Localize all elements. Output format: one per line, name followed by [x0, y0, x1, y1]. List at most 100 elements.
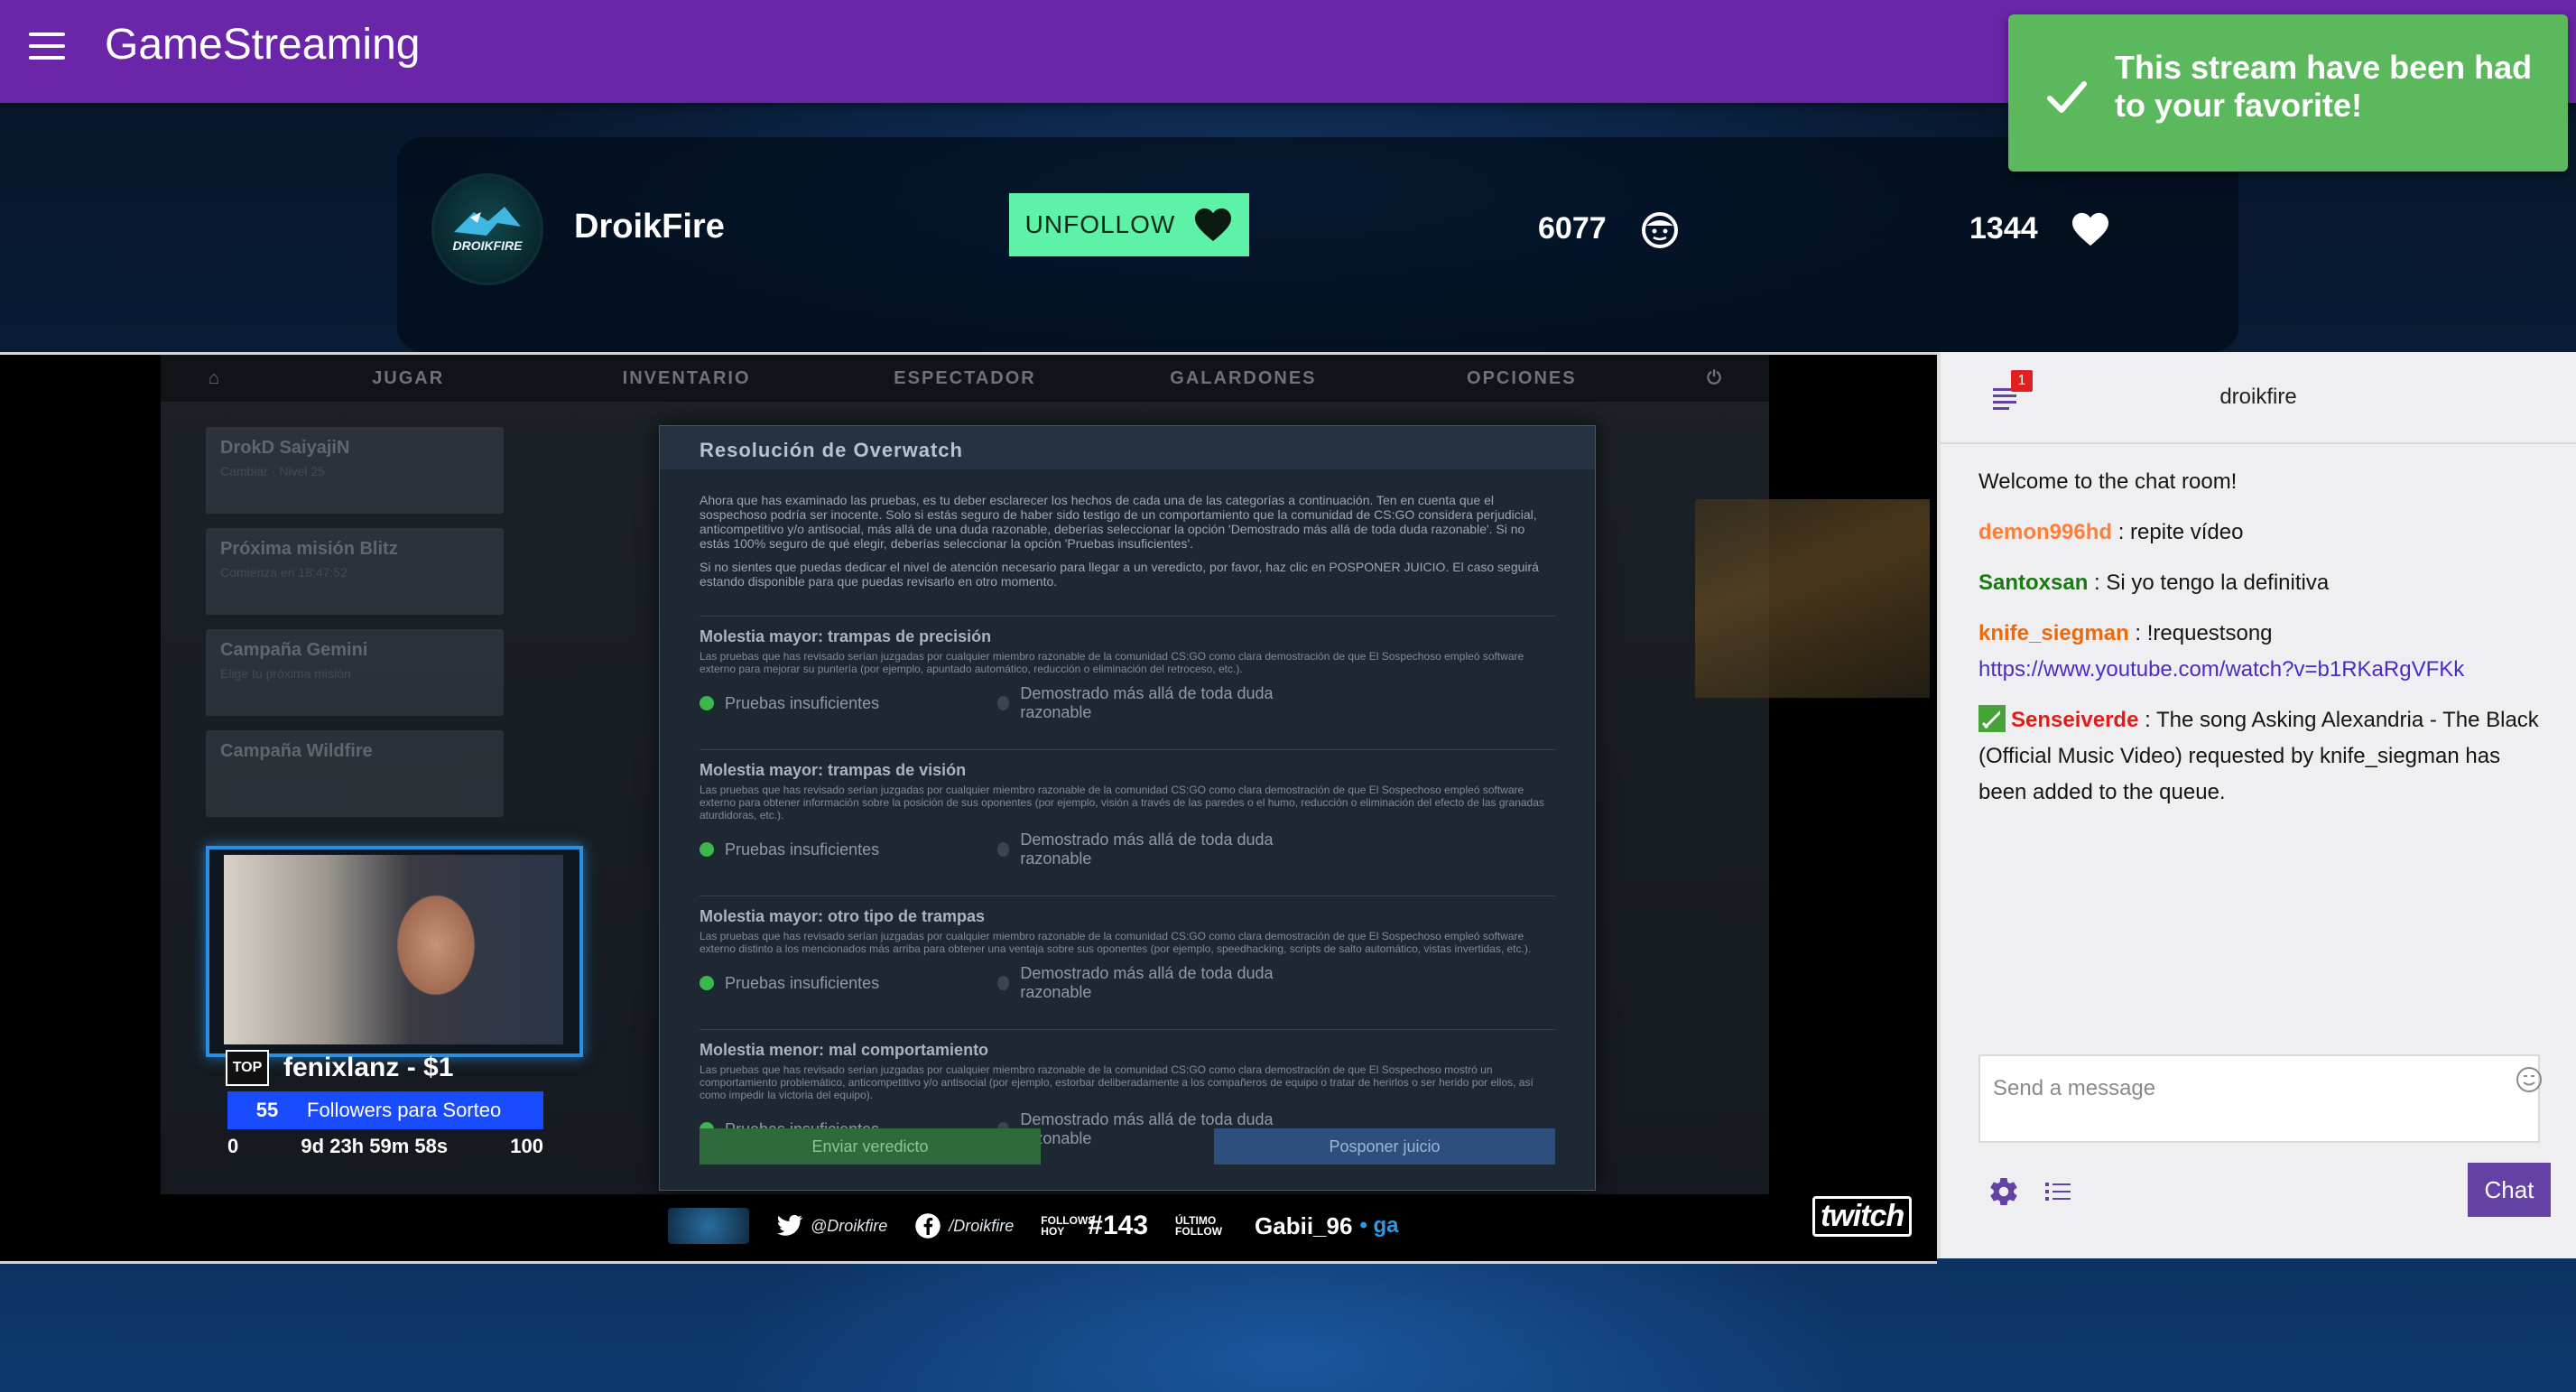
moderator-sword-icon — [1978, 705, 2006, 732]
stream-overlay-bar: @Droikfire /Droikfire FOLLOWS HOY #143 Ú… — [668, 1194, 1417, 1257]
chat-username[interactable]: Santoxsan — [1978, 571, 2088, 595]
favorite-toast[interactable]: This stream have been had to your favori… — [2008, 14, 2568, 172]
webcam-frame — [206, 846, 583, 1057]
sorteo-max: 100 — [510, 1135, 543, 1157]
section-desc: Las pruebas que has revisado serían juzg… — [700, 1063, 1534, 1101]
twitter-handle: @Droikfire — [776, 1214, 887, 1238]
game-case-image — [1695, 499, 1930, 698]
overwatch-intro: Ahora que has examinado las pruebas, es … — [660, 469, 1595, 589]
chat-message: demon996hd : repite vídeo — [1978, 515, 2547, 551]
twitch-logo: twitch — [1812, 1196, 1913, 1237]
sorteo-progress-bar: 55 Followers para Sorteo — [227, 1091, 543, 1129]
chat-room-name: droikfire — [2219, 385, 2297, 409]
side-row-title: Campaña Wildfire — [220, 741, 373, 761]
sorteo-label: Followers para Sorteo — [307, 1099, 502, 1121]
option-proven: Demostrado más allá de toda duda razonab… — [997, 964, 1295, 1002]
chat-username[interactable]: knife_siegman — [1978, 621, 2129, 645]
viewers-face-icon — [1642, 212, 1678, 248]
submit-verdict-button: Enviar veredicto — [700, 1128, 1041, 1165]
postpone-button: Posponer juicio — [1214, 1128, 1555, 1165]
chat-username[interactable]: Senseiverde — [2011, 708, 2138, 732]
sorteo-count: 55 — [255, 1099, 279, 1121]
facebook-text: /Droikfire — [949, 1216, 1015, 1235]
twitter-icon — [777, 1214, 803, 1236]
chat-separator: : — [2128, 621, 2147, 645]
viewers-count: 6077 — [1538, 211, 1607, 246]
option-insufficient: Pruebas insuficientes — [700, 684, 997, 722]
game-nav-opciones: OPCIONES — [1467, 367, 1577, 388]
chat-message: knife_siegman : !requestsong https://www… — [1978, 616, 2547, 688]
game-side-row: Campaña Gemini Elige tu próxima misión — [206, 629, 504, 716]
overwatch-section: Molestia mayor: trampas de visión Las pr… — [700, 749, 1555, 868]
side-row-sub: Cambiar · Nivel 25 — [220, 464, 325, 478]
game-side-row: Campaña Wildfire — [206, 730, 504, 817]
side-row-title: Próxima misión Blitz — [220, 539, 398, 559]
chat-message-input[interactable]: Send a message — [1978, 1054, 2540, 1143]
section-title: Molestia mayor: trampas de precisión — [700, 627, 992, 645]
unfollow-button[interactable]: UNFOLLOW — [1009, 193, 1249, 256]
menu-icon[interactable] — [29, 32, 65, 61]
system-message-text: Welcome to the chat room! — [1978, 469, 2238, 494]
chat-separator: : — [2112, 520, 2131, 544]
section-desc: Las pruebas que has revisado serían juzg… — [700, 930, 1532, 955]
section-desc: Las pruebas que has revisado serían juzg… — [700, 650, 1524, 675]
game-side-row: DrokD SaiyajiN Cambiar · Nivel 25 — [206, 427, 504, 514]
overwatch-dialog-title: Resolución de Overwatch — [660, 426, 1595, 469]
radio-icon — [997, 976, 1010, 990]
follows-today-label: FOLLOWS HOY — [1041, 1214, 1096, 1238]
option-insufficient: Pruebas insuficientes — [700, 831, 997, 868]
chat-link[interactable]: https://www.youtube.com/watch?v=b1RKaRgV… — [1978, 657, 2464, 682]
section-options: Pruebas insuficientes Demostrado más all… — [700, 684, 1555, 722]
emoji-icon[interactable] — [2515, 1065, 2544, 1094]
overlay-extra: • ga — [1359, 1213, 1399, 1238]
chat-header: droikfire 1 — [1941, 352, 2576, 444]
option-label: Pruebas insuficientes — [725, 840, 880, 858]
chat-send-button[interactable]: Chat — [2468, 1163, 2551, 1217]
facebook-handle: /Droikfire — [914, 1212, 1014, 1239]
webcam-feed — [224, 855, 563, 1044]
section-title: Molestia menor: mal comportamiento — [700, 1041, 989, 1059]
video-player[interactable]: ⌂ JUGAR INVENTARIO ESPECTADOR GALARDONES… — [0, 352, 1937, 1264]
overwatch-intro-text: Si no sientes que puedas dedicar el nive… — [700, 560, 1539, 589]
game-nav-inventario: INVENTARIO — [622, 367, 751, 388]
radio-icon — [997, 842, 1010, 857]
section-title: Molestia mayor: otro tipo de trampas — [700, 907, 986, 925]
section-options: Pruebas insuficientes Demostrado más all… — [700, 831, 1555, 868]
chat-message-text: Si yo tengo la definitiva — [2106, 571, 2330, 595]
top-donor-badge: TOP — [226, 1050, 269, 1086]
chat-message: Senseiverde : The song Asking Alexandria… — [1978, 702, 2547, 811]
game-power-icon: ⏻ — [1707, 367, 1723, 388]
game-nav-galardones: GALARDONES — [1170, 367, 1317, 388]
sorteo-countdown: 0 9d 23h 59m 58s 100 — [227, 1135, 543, 1158]
notification-badge: 1 — [2011, 370, 2033, 392]
overwatch-section: Molestia mayor: trampas de precisión Las… — [700, 616, 1555, 722]
top-donor: TOP fenixlanz - $1 — [226, 1050, 453, 1086]
heart-icon — [1195, 208, 1232, 242]
sorteo-min: 0 — [227, 1135, 239, 1157]
chat-panel: droikfire 1 Welcome to the chat room! de… — [1937, 352, 2576, 1258]
chat-message-text: repite vídeo — [2130, 520, 2244, 544]
gear-icon[interactable] — [1988, 1175, 2020, 1208]
game-home-icon: ⌂ — [208, 367, 222, 388]
droikfire-overlay-logo — [668, 1208, 749, 1244]
chat-separator: : — [2088, 571, 2107, 595]
section-desc: Las pruebas que has revisado serían juzg… — [700, 784, 1544, 821]
streamer-avatar[interactable]: DROIKFIRE — [431, 173, 543, 285]
sorteo-timer: 9d 23h 59m 58s — [301, 1135, 449, 1157]
facebook-icon — [915, 1213, 941, 1239]
section-title: Molestia mayor: trampas de visión — [700, 761, 967, 779]
side-row-sub: Comienza en 18:47:52 — [220, 565, 347, 580]
chat-messages: Welcome to the chat room! demon996hd : r… — [1978, 464, 2547, 825]
droikfire-logo: DROIKFIRE — [453, 207, 523, 253]
app-title: GameStreaming — [105, 21, 421, 69]
radio-icon — [700, 842, 714, 857]
chat-username[interactable]: demon996hd — [1978, 520, 2112, 544]
game-nav: ⌂ JUGAR INVENTARIO ESPECTADOR GALARDONES… — [161, 355, 1769, 402]
last-follow-label: ÚLTIMO FOLLOW — [1175, 1214, 1223, 1238]
game-nav-jugar: JUGAR — [372, 367, 445, 388]
follows-today-value: #143 — [1088, 1211, 1149, 1240]
follows-today: FOLLOWS HOY #143 — [1041, 1211, 1148, 1241]
game-nav-espectador: ESPECTADOR — [894, 367, 1036, 388]
viewer-list-icon[interactable] — [2045, 1179, 2072, 1204]
overwatch-dialog: Resolución de Overwatch Ahora que has ex… — [659, 425, 1596, 1191]
